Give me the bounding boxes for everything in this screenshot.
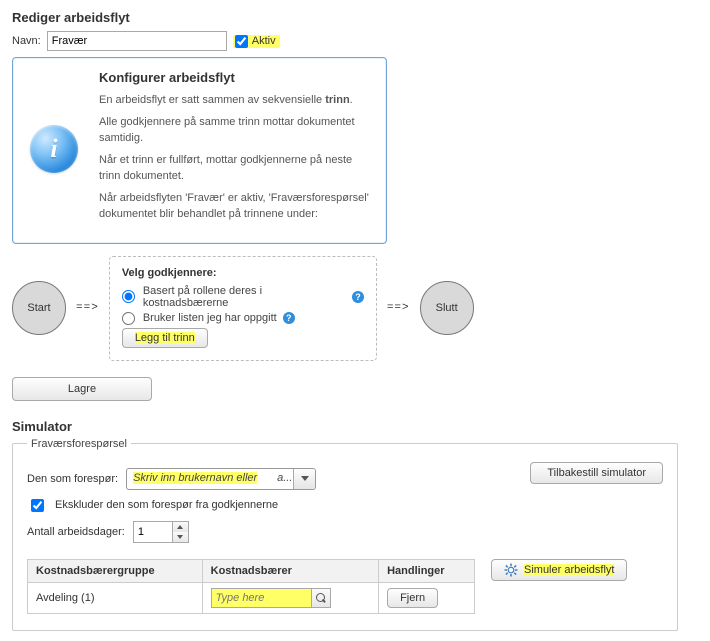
save-button[interactable]: Lagre (12, 377, 152, 401)
step-box: Velg godkjennere: Basert på rollene dere… (109, 256, 377, 361)
info-line-0: En arbeidsflyt er satt sammen av sekvens… (99, 93, 372, 109)
simulate-button[interactable]: Simuler arbeidsflyt (491, 559, 627, 581)
days-input[interactable] (133, 521, 173, 543)
remove-button[interactable]: Fjern (387, 588, 438, 608)
search-button[interactable] (311, 588, 331, 608)
info-title: Konfigurer arbeidsflyt (99, 70, 372, 85)
requester-combo-text: Skriv inn brukernavn eller (127, 469, 277, 489)
stepper-down-button[interactable] (173, 532, 188, 542)
gear-icon (504, 563, 518, 577)
days-row: Antall arbeidsdager: (27, 521, 510, 543)
help-icon[interactable]: ? (283, 312, 295, 324)
approver-option-list-label: Bruker listen jeg har oppgitt (143, 312, 277, 324)
cost-carrier-table: Kostnadsbærergruppe Kostnadsbærer Handli… (27, 559, 475, 614)
approver-radio-roles[interactable] (122, 290, 135, 303)
name-row: Navn: Aktiv (12, 31, 698, 51)
reset-simulator-label: Tilbakestill simulator (547, 467, 646, 479)
simulate-button-label: Simuler arbeidsflyt (524, 564, 614, 576)
cell-actions: Fjern (379, 582, 475, 613)
col-carrier: Kostnadsbærer (202, 559, 378, 582)
table-header-row: Kostnadsbærergruppe Kostnadsbærer Handli… (28, 559, 475, 582)
info-panel: Konfigurer arbeidsflyt En arbeidsflyt er… (12, 57, 387, 244)
exclude-row: Ekskluder den som forespør fra godkjenne… (27, 496, 510, 515)
days-label: Antall arbeidsdager: (27, 526, 125, 538)
exclude-requester-checkbox[interactable] (31, 499, 44, 512)
search-icon (316, 593, 326, 603)
approver-radio-list[interactable] (122, 312, 135, 325)
approver-option-list[interactable]: Bruker listen jeg har oppgitt ? (122, 312, 364, 325)
arrow-icon: ==> (76, 302, 99, 314)
reset-simulator-button[interactable]: Tilbakestill simulator (530, 462, 663, 484)
cell-carrier (202, 582, 378, 613)
name-label: Navn: (12, 35, 41, 47)
step-title: Velg godkjennere: (122, 267, 364, 279)
chevron-down-icon (177, 535, 183, 539)
requester-label: Den som forespør: (27, 473, 118, 485)
table-row: Avdeling (1) Fjern (28, 582, 475, 613)
add-step-label: Legg til trinn (135, 332, 195, 344)
add-step-button[interactable]: Legg til trinn (122, 328, 208, 348)
workflow-row: Start ==> Velg godkjennere: Basert på ro… (12, 256, 698, 361)
requester-combo[interactable]: Skriv inn brukernavn eller a... (126, 468, 316, 490)
arrow-icon: ==> (387, 302, 410, 314)
col-actions: Handlinger (379, 559, 475, 582)
requester-combo-suffix: a... (277, 469, 293, 489)
end-node: Slutt (420, 281, 474, 335)
info-line-2: Når et trinn er fullført, mottar godkjen… (99, 153, 372, 185)
info-line-3: Når arbeidsflyten 'Fravær' er aktiv, 'Fr… (99, 191, 372, 223)
start-node: Start (12, 281, 66, 335)
active-label: Aktiv (252, 35, 276, 47)
save-button-label: Lagre (68, 383, 96, 395)
simulator-legend: Fraværsforespørsel (27, 438, 131, 450)
cell-group: Avdeling (1) (28, 582, 203, 613)
chevron-down-icon[interactable] (293, 469, 315, 489)
carrier-search-input[interactable] (211, 588, 311, 608)
simulator-title: Simulator (12, 419, 698, 434)
info-line-1: Alle godkjennere på samme trinn mottar d… (99, 115, 372, 147)
approver-option-roles-label: Basert på rollene deres i kostnadsbærern… (143, 285, 346, 309)
page-title: Rediger arbeidsflyt (12, 10, 698, 25)
requester-row: Den som forespør: Skriv inn brukernavn e… (27, 468, 510, 490)
info-icon (30, 125, 78, 173)
approver-option-roles[interactable]: Basert på rollene deres i kostnadsbærern… (122, 285, 364, 309)
stepper-up-button[interactable] (173, 522, 188, 532)
chevron-up-icon (177, 525, 183, 529)
active-checkbox[interactable] (235, 35, 248, 48)
active-checkbox-wrap: Aktiv (233, 35, 280, 48)
exclude-requester-label: Ekskluder den som forespør fra godkjenne… (55, 499, 278, 511)
help-icon[interactable]: ? (352, 291, 364, 303)
days-stepper[interactable] (133, 521, 189, 543)
simulator-fieldset: Fraværsforespørsel Den som forespør: Skr… (12, 438, 678, 631)
workflow-name-input[interactable] (47, 31, 227, 51)
col-group: Kostnadsbærergruppe (28, 559, 203, 582)
remove-button-label: Fjern (400, 592, 425, 604)
